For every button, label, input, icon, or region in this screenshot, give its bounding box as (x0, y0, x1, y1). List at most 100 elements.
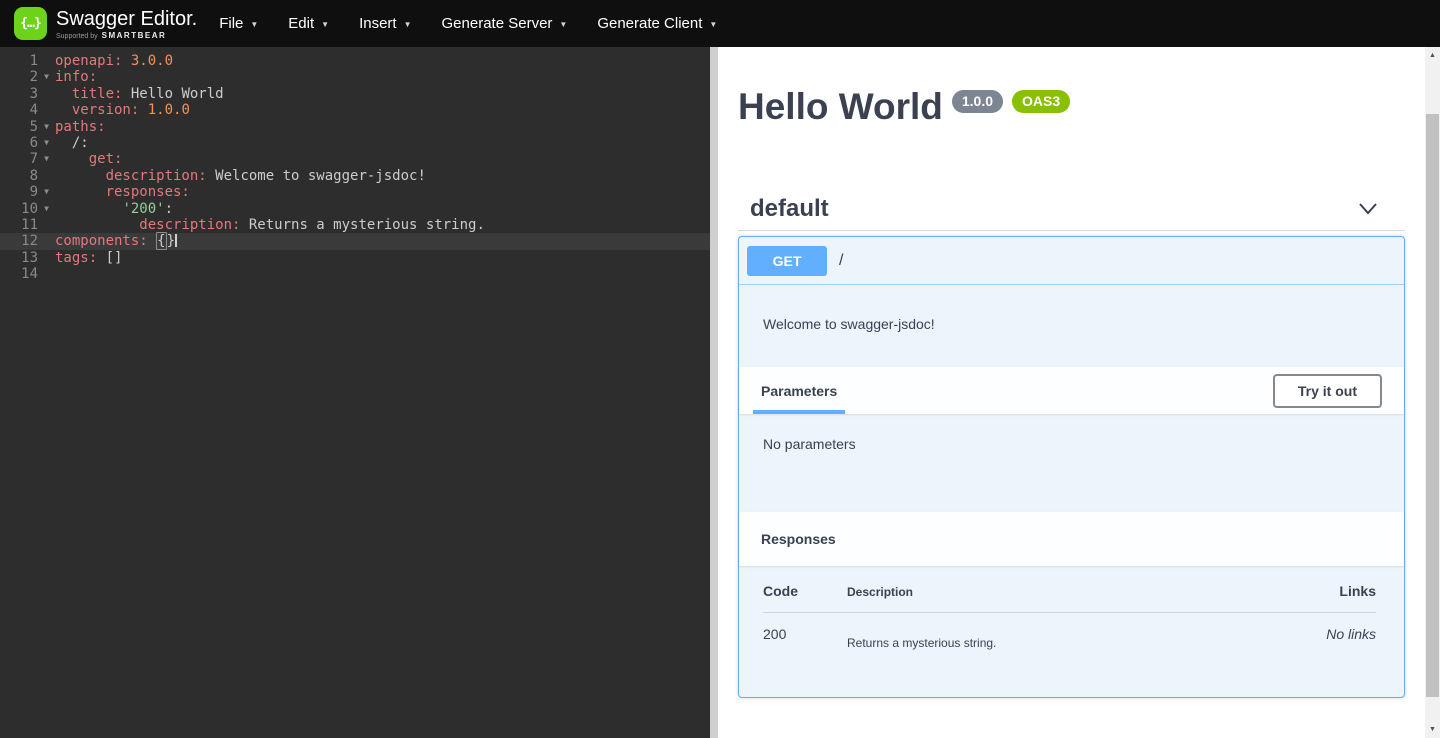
token-key: openapi: (55, 53, 122, 69)
responses-heading: Responses (761, 531, 836, 547)
line-number: 1 (0, 53, 38, 69)
token-plain: [] (97, 250, 122, 266)
scroll-thumb[interactable] (1426, 114, 1439, 697)
try-it-out-button[interactable]: Try it out (1273, 374, 1382, 408)
line-code: '200': (55, 201, 173, 217)
responses-table-header: Code Description Links (763, 583, 1376, 613)
fold-caret-icon[interactable]: ▼ (38, 135, 55, 151)
menu-file[interactable]: File ▼ (219, 15, 258, 32)
fold-spacer (38, 217, 55, 233)
editor-line-9[interactable]: 9▼ responses: (0, 184, 710, 200)
responses-header: Responses (739, 512, 1404, 566)
line-code: openapi: 3.0.0 (55, 53, 173, 69)
line-code: version: 1.0.0 (55, 102, 190, 118)
token-key: description: (139, 217, 240, 233)
code-column-header: Code (763, 583, 847, 599)
line-code: description: Welcome to swagger-jsdoc! (55, 168, 426, 184)
smartbear-wordmark: SMARTBEAR (102, 31, 167, 40)
line-code: get: (55, 151, 122, 167)
oas3-badge: OAS3 (1012, 90, 1070, 113)
menu-insert[interactable]: Insert ▼ (359, 15, 411, 32)
token-key: get: (89, 151, 123, 167)
token-plain (139, 102, 147, 118)
editor-line-7[interactable]: 7▼ get: (0, 151, 710, 167)
token-plain (55, 184, 106, 200)
api-title: Hello World (738, 88, 943, 125)
editor-line-10[interactable]: 10▼ '200': (0, 201, 710, 217)
editor-line-14[interactable]: 14 (0, 266, 710, 282)
editor-line-2[interactable]: 2▼info: (0, 69, 710, 85)
editor-line-3[interactable]: 3 title: Hello World (0, 86, 710, 102)
text-cursor (175, 234, 177, 247)
menu-edit[interactable]: Edit ▼ (288, 15, 329, 32)
yaml-code-editor[interactable]: 1 openapi: 3.0.02▼info:3 title: Hello Wor… (0, 47, 710, 738)
swagger-logo: {…} (14, 7, 47, 40)
token-plain: Returns a mysterious string. (240, 217, 484, 233)
operation-description: Welcome to swagger-jsdoc! (739, 285, 1404, 367)
fold-caret-icon[interactable]: ▼ (38, 151, 55, 167)
editor-line-6[interactable]: 6▼ /: (0, 135, 710, 151)
response-links: No links (1326, 626, 1376, 650)
tag-title: default (750, 195, 829, 223)
swagger-ui-preview: Hello World 1.0.0 OAS3 default GET / Wel… (718, 47, 1440, 738)
line-number: 9 (0, 184, 38, 200)
responses-rows: 200Returns a mysterious string.No links (763, 613, 1376, 650)
fold-spacer (38, 250, 55, 266)
token-num: 1.0.0 (148, 102, 190, 118)
fold-caret-icon[interactable]: ▼ (38, 201, 55, 217)
fold-caret-icon[interactable]: ▼ (38, 69, 55, 85)
fold-spacer (38, 168, 55, 184)
token-plain: Hello World (122, 86, 223, 102)
line-number: 6 (0, 135, 38, 151)
operation-summary[interactable]: GET / (739, 237, 1404, 285)
fold-spacer (38, 233, 55, 249)
scroll-down-button[interactable]: ▼ (1425, 721, 1440, 738)
line-code: info: (55, 69, 97, 85)
line-number: 7 (0, 151, 38, 167)
token-key: tags: (55, 250, 97, 266)
line-number: 13 (0, 250, 38, 266)
chevron-down-icon[interactable] (1358, 201, 1378, 217)
token-key: paths: (55, 119, 106, 135)
line-code: /: (55, 135, 89, 151)
token-plain (122, 53, 130, 69)
line-number: 14 (0, 266, 38, 282)
tag-section-header[interactable]: default (738, 196, 1405, 231)
editor-line-8[interactable]: 8 description: Welcome to swagger-jsdoc! (0, 168, 710, 184)
active-tab-underline (753, 410, 845, 414)
fold-spacer (38, 102, 55, 118)
api-title-row: Hello World 1.0.0 OAS3 (738, 88, 1405, 125)
scroll-up-button[interactable]: ▲ (1425, 47, 1440, 64)
tab-parameters[interactable]: Parameters (761, 367, 837, 414)
fold-caret-icon[interactable]: ▼ (38, 119, 55, 135)
menu-generate-server[interactable]: Generate Server ▼ (442, 15, 568, 32)
editor-line-12[interactable]: 12components: {} (0, 233, 710, 249)
responses-table: Code Description Links 200Returns a myst… (739, 566, 1404, 697)
editor-line-13[interactable]: 13 tags: [] (0, 250, 710, 266)
line-number: 12 (0, 233, 38, 249)
token-key: description: (106, 168, 207, 184)
line-number: 4 (0, 102, 38, 118)
editor-line-5[interactable]: 5▼paths: (0, 119, 710, 135)
braces-icon: {…} (20, 16, 40, 31)
scrollbar[interactable]: ▲ ▼ (1425, 47, 1440, 738)
fold-spacer (38, 86, 55, 102)
token-plain (148, 233, 156, 249)
editor-line-11[interactable]: 11 description: Returns a mysterious str… (0, 217, 710, 233)
menu-generate-client[interactable]: Generate Client ▼ (597, 15, 717, 32)
fold-spacer (38, 53, 55, 69)
menu-file-label: File (219, 15, 243, 32)
parameters-body: No parameters (739, 414, 1404, 512)
brand-tagline: Supported by SMARTBEAR (56, 31, 197, 40)
caret-down-icon: ▼ (250, 18, 258, 29)
fold-caret-icon[interactable]: ▼ (38, 184, 55, 200)
token-num: 3.0.0 (131, 53, 173, 69)
line-number: 11 (0, 217, 38, 233)
pane-splitter[interactable] (710, 47, 718, 738)
caret-down-icon: ▼ (404, 18, 412, 29)
get-method-badge[interactable]: GET (747, 246, 827, 276)
topbar: {…} Swagger Editor. Supported by SMARTBE… (0, 0, 1440, 47)
editor-line-4[interactable]: 4 version: 1.0.0 (0, 102, 710, 118)
response-description: Returns a mysterious string. (847, 626, 1326, 650)
editor-line-1[interactable]: 1 openapi: 3.0.0 (0, 53, 710, 69)
